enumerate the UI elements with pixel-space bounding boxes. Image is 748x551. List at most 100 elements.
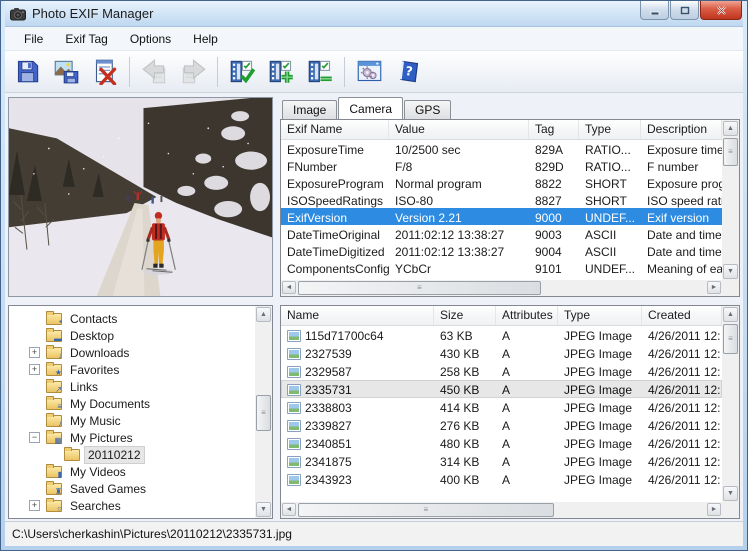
file-cell: 4/26/2011 12: — [642, 363, 722, 379]
file-row-2343923[interactable]: 2343923400 KBAJPEG Image4/26/2011 12: — [281, 470, 722, 488]
exif-row-isospeedratings[interactable]: ISOSpeedRatingsISO-808827SHORTISO speed … — [281, 191, 722, 208]
previous-image-button[interactable] — [136, 54, 172, 90]
file-cell: 115d71700c64 — [281, 327, 434, 343]
tree-item-contacts[interactable]: ▪Contacts — [9, 310, 255, 327]
options-button[interactable] — [351, 54, 387, 90]
file-column-header-created[interactable]: Created — [642, 306, 722, 325]
searches-folder-icon: ○ — [46, 500, 62, 512]
scrollbar-thumb[interactable]: ≡ — [723, 138, 738, 166]
exif-row-exposureprogram[interactable]: ExposureProgramNormal program8822SHORTEx… — [281, 174, 722, 191]
scrollbar-thumb[interactable]: ≡ — [723, 324, 738, 354]
save-image-button[interactable] — [48, 54, 84, 90]
file-row-2327539[interactable]: 2327539430 KBAJPEG Image4/26/2011 12: — [281, 344, 722, 362]
minimize-button[interactable] — [640, 1, 669, 20]
files-vertical-scrollbar[interactable]: ▲ ≡ ▼ — [722, 306, 739, 502]
delete-exif-button[interactable] — [87, 54, 123, 90]
scroll-right-arrow-icon[interactable]: ► — [707, 503, 721, 516]
exif-column-header-value[interactable]: Value — [389, 120, 529, 139]
file-column-header-name[interactable]: Name — [281, 306, 434, 325]
exif-cell: Exposure progra — [641, 175, 722, 191]
remove-exif-tag-button[interactable] — [302, 54, 338, 90]
scrollbar-thumb[interactable]: ≡ — [298, 281, 541, 295]
file-row-115d71700c64[interactable]: 115d71700c6463 KBAJPEG Image4/26/2011 12… — [281, 326, 722, 344]
save-image-icon — [53, 58, 80, 85]
exif-column-header-exif-name[interactable]: Exif Name — [281, 120, 389, 139]
menu-file[interactable]: File — [13, 28, 54, 50]
help-button[interactable]: ? — [390, 54, 426, 90]
scroll-down-arrow-icon[interactable]: ▼ — [723, 264, 738, 279]
apply-exif-button[interactable] — [224, 54, 260, 90]
exif-row-datetimedigitized[interactable]: DateTimeDigitized2011:02:12 13:38:279004… — [281, 242, 722, 259]
exif-row-datetimeoriginal[interactable]: DateTimeOriginal2011:02:12 13:38:279003A… — [281, 225, 722, 242]
file-column-header-type[interactable]: Type — [558, 306, 642, 325]
expand-icon[interactable]: + — [29, 347, 40, 358]
exif-row-componentsconfig-[interactable]: ComponentsConfig...YCbCr9101UNDEF...Mean… — [281, 259, 722, 276]
tree-item-my-music[interactable]: ♪My Music — [9, 412, 255, 429]
file-row-2339827[interactable]: 2339827276 KBAJPEG Image4/26/2011 12: — [281, 416, 722, 434]
menu-exif-tag[interactable]: Exif Tag — [54, 28, 118, 50]
file-cell: 4/26/2011 12: — [642, 453, 722, 469]
file-column-header-attributes[interactable]: Attributes — [496, 306, 558, 325]
exif-row-exposuretime[interactable]: ExposureTime10/2500 sec829ARATIO...Expos… — [281, 140, 722, 157]
exif-cell: 9101 — [529, 260, 579, 276]
file-row-2329587[interactable]: 2329587258 KBAJPEG Image4/26/2011 12: — [281, 362, 722, 380]
next-image-button[interactable] — [175, 54, 211, 90]
tree-item-favorites[interactable]: +★Favorites — [9, 361, 255, 378]
app-window: Photo EXIF Manager FileExif TagOptionsHe… — [0, 0, 748, 551]
scroll-down-arrow-icon[interactable]: ▼ — [723, 486, 738, 501]
files-horizontal-scrollbar[interactable]: ◄ ≡ ► — [281, 502, 722, 518]
tree-item-desktop[interactable]: ▬Desktop — [9, 327, 255, 344]
tree-vertical-scrollbar[interactable]: ▲ ≡ ▼ — [255, 306, 272, 518]
file-row-2340851[interactable]: 2340851480 KBAJPEG Image4/26/2011 12: — [281, 434, 722, 452]
scroll-left-arrow-icon[interactable]: ◄ — [282, 503, 296, 516]
exif-horizontal-scrollbar[interactable]: ◄ ≡ ► — [281, 280, 722, 296]
file-row-2341875[interactable]: 2341875314 KBAJPEG Image4/26/2011 12: — [281, 452, 722, 470]
pictures-folder-icon: ▦ — [46, 432, 62, 444]
scroll-down-arrow-icon[interactable]: ▼ — [256, 502, 271, 517]
videos-folder-icon: ▮ — [46, 466, 62, 478]
file-cell: 430 KB — [434, 345, 496, 361]
file-column-header-size[interactable]: Size — [434, 306, 496, 325]
exif-vertical-scrollbar[interactable]: ▲ ≡ ▼ — [722, 120, 739, 280]
tree-item-my-videos[interactable]: ▮My Videos — [9, 463, 255, 480]
photo-preview[interactable] — [8, 97, 273, 297]
exif-add-icon — [268, 58, 295, 85]
menu-options[interactable]: Options — [119, 28, 182, 50]
save-exif-button[interactable] — [9, 54, 45, 90]
maximize-button[interactable] — [670, 1, 699, 20]
exif-column-header-tag[interactable]: Tag — [529, 120, 579, 139]
scroll-up-arrow-icon[interactable]: ▲ — [723, 307, 738, 322]
file-row-2338803[interactable]: 2338803414 KBAJPEG Image4/26/2011 12: — [281, 398, 722, 416]
tab-gps[interactable]: GPS — [404, 100, 451, 119]
tree-item-downloads[interactable]: +↓Downloads — [9, 344, 255, 361]
tab-image[interactable]: Image — [282, 100, 337, 119]
menu-help[interactable]: Help — [182, 28, 229, 50]
tree-item-links[interactable]: ↗Links — [9, 378, 255, 395]
tree-item-searches[interactable]: + ○ Searches — [9, 497, 255, 514]
tree-item-label: Searches — [67, 498, 124, 514]
tab-camera[interactable]: Camera — [338, 97, 403, 119]
collapse-icon[interactable]: − — [29, 432, 40, 443]
exif-column-header-description[interactable]: Description — [641, 120, 722, 139]
file-cell: 314 KB — [434, 453, 496, 469]
scroll-up-arrow-icon[interactable]: ▲ — [723, 121, 738, 136]
add-exif-tag-button[interactable] — [263, 54, 299, 90]
exif-row-fnumber[interactable]: FNumberF/8829DRATIO...F number — [281, 157, 722, 174]
scroll-right-arrow-icon[interactable]: ► — [707, 281, 721, 294]
file-cell: 4/26/2011 12: — [642, 381, 722, 397]
exif-column-header-type[interactable]: Type — [579, 120, 641, 139]
tree-item-20110212[interactable]: 20110212 — [9, 446, 255, 463]
close-button[interactable] — [700, 1, 742, 20]
expand-icon[interactable]: + — [29, 364, 40, 375]
scrollbar-thumb[interactable]: ≡ — [298, 503, 554, 517]
exif-row-exifversion[interactable]: ExifVersionVersion 2.219000UNDEF...Exif … — [281, 208, 722, 225]
expand-icon[interactable]: + — [29, 500, 40, 511]
scrollbar-thumb[interactable]: ≡ — [256, 395, 271, 431]
scroll-left-arrow-icon[interactable]: ◄ — [282, 281, 296, 294]
file-cell: JPEG Image — [558, 417, 642, 433]
tree-item-saved-games[interactable]: ♜Saved Games — [9, 480, 255, 497]
tree-item-my-pictures[interactable]: −▦My Pictures — [9, 429, 255, 446]
tree-item-my-documents[interactable]: ≡My Documents — [9, 395, 255, 412]
scroll-up-arrow-icon[interactable]: ▲ — [256, 307, 271, 322]
file-row-2335731[interactable]: 2335731450 KBAJPEG Image4/26/2011 12: — [281, 380, 722, 398]
